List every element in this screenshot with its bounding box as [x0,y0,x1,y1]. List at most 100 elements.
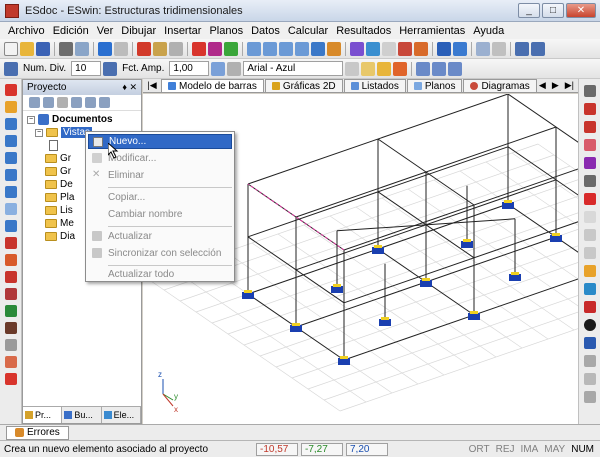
tree-item[interactable]: Me [45,218,74,229]
page-icon[interactable] [377,61,392,76]
tree-item[interactable]: Pla [45,192,74,203]
ortho-indicator[interactable]: ORT [469,444,490,455]
new-item-icon[interactable] [29,97,40,108]
panel-pin-close-button[interactable]: ♦ ✕ [122,82,137,93]
tool-icon[interactable] [583,247,596,259]
sum-icon[interactable] [192,41,206,56]
nodes-icon[interactable] [350,41,364,56]
menu-calcular[interactable]: Calcular [284,25,332,37]
arrows-icon[interactable] [453,41,467,56]
tab-listados[interactable]: Listados [343,79,406,92]
support-node[interactable] [502,202,514,209]
tool-icon[interactable] [583,301,596,313]
tool-icon[interactable] [583,121,596,133]
support-node[interactable] [331,286,343,293]
home-icon[interactable] [327,41,341,56]
tool-icon[interactable] [583,391,596,403]
pin-icon[interactable] [437,41,451,56]
num-div-input[interactable]: 10 [71,61,102,76]
tool-icon[interactable] [4,186,17,198]
zoom-out-icon[interactable] [279,41,293,56]
tool-icon[interactable] [4,203,17,215]
delete-item-icon[interactable] [57,97,68,108]
tool-icon[interactable] [4,356,17,368]
tab-elementos[interactable]: Ele... [102,407,141,423]
tree-item-vistas[interactable]: − Vistas [35,127,93,138]
tool-icon[interactable] [4,101,17,113]
support-node[interactable] [420,280,432,287]
tool-icon[interactable] [4,118,17,130]
grid-icon[interactable] [382,41,396,56]
tree-root[interactable]: − Documentos [27,114,113,125]
print-icon[interactable] [59,41,73,56]
align-icon[interactable] [416,61,431,76]
zoom-window-icon[interactable] [295,41,309,56]
window-icon[interactable] [515,41,529,56]
refresh-icon[interactable] [85,97,96,108]
collapse-icon[interactable]: − [27,115,35,124]
tab-modelo-de-barras[interactable]: Modelo de barras [161,79,264,92]
support-node[interactable] [290,325,302,332]
support-node[interactable] [338,358,350,365]
tool-icon[interactable] [4,135,17,147]
support-node[interactable] [242,292,254,299]
tree-item[interactable]: Gr [45,166,71,177]
tool-icon[interactable] [4,220,17,232]
tool-icon[interactable] [4,254,17,266]
tool-icon[interactable] [4,288,17,300]
tab-planos[interactable]: Planos [406,79,463,92]
menu-resultados[interactable]: Resultados [332,25,395,37]
save-icon[interactable] [36,41,50,56]
tool-icon[interactable] [4,271,17,283]
tool-icon[interactable] [4,339,17,351]
print-preview-icon[interactable] [75,41,89,56]
tab-busqueda[interactable]: Bu... [62,407,102,423]
tab-graficas-2d[interactable]: Gráficas 2D [264,79,343,92]
support-node[interactable] [461,241,473,248]
tree-item-document[interactable] [49,140,58,151]
tab-next-icon[interactable]: ▶ [552,80,559,91]
zoom-in-icon[interactable] [263,41,277,56]
tree-item[interactable]: Gr [45,153,71,164]
copy-item-icon[interactable] [71,97,82,108]
tab-diagramas[interactable]: Diagramas [463,79,537,92]
menu-herramientas[interactable]: Herramientas [395,25,469,37]
tool-icon[interactable] [583,157,596,169]
tool-icon[interactable] [583,193,596,205]
tool-icon[interactable] [583,85,596,97]
tool-icon[interactable] [583,319,596,331]
support-node[interactable] [509,274,521,281]
collapse-icon[interactable]: − [35,128,43,137]
tool-icon[interactable] [4,237,17,249]
edit-item-icon[interactable] [43,97,54,108]
check-icon[interactable] [224,41,238,56]
tool-icon[interactable] [4,169,17,181]
menu-dibujar[interactable]: Dibujar [117,25,160,37]
pencil-icon[interactable] [169,41,183,56]
tool-icon[interactable] [4,305,17,317]
open-folder-icon[interactable] [20,41,34,56]
menu-datos[interactable]: Datos [247,25,284,37]
eraser-icon[interactable] [476,41,490,56]
tool-icon[interactable] [583,283,596,295]
bars-icon[interactable] [366,41,380,56]
refresh-all-icon[interactable] [99,97,110,108]
layers-icon[interactable] [531,41,545,56]
table-icon[interactable] [211,61,226,76]
delete-icon[interactable] [137,41,151,56]
menu-insertar[interactable]: Insertar [160,25,205,37]
tab-proyecto[interactable]: Pr... [23,407,63,423]
menu-ayuda[interactable]: Ayuda [469,25,508,37]
rotate-icon[interactable] [492,41,506,56]
fct-amp-input[interactable]: 1,00 [169,61,210,76]
minimize-button[interactable]: _ [518,3,540,18]
support-node[interactable] [468,313,480,320]
undo-icon[interactable] [98,41,112,56]
tool-icon[interactable] [583,355,596,367]
font-icon[interactable] [227,61,242,76]
snap-icon[interactable] [448,61,463,76]
brush-icon[interactable] [398,41,412,56]
support-node[interactable] [372,247,384,254]
menu-planos[interactable]: Planos [205,25,247,37]
color-icon[interactable] [393,61,408,76]
